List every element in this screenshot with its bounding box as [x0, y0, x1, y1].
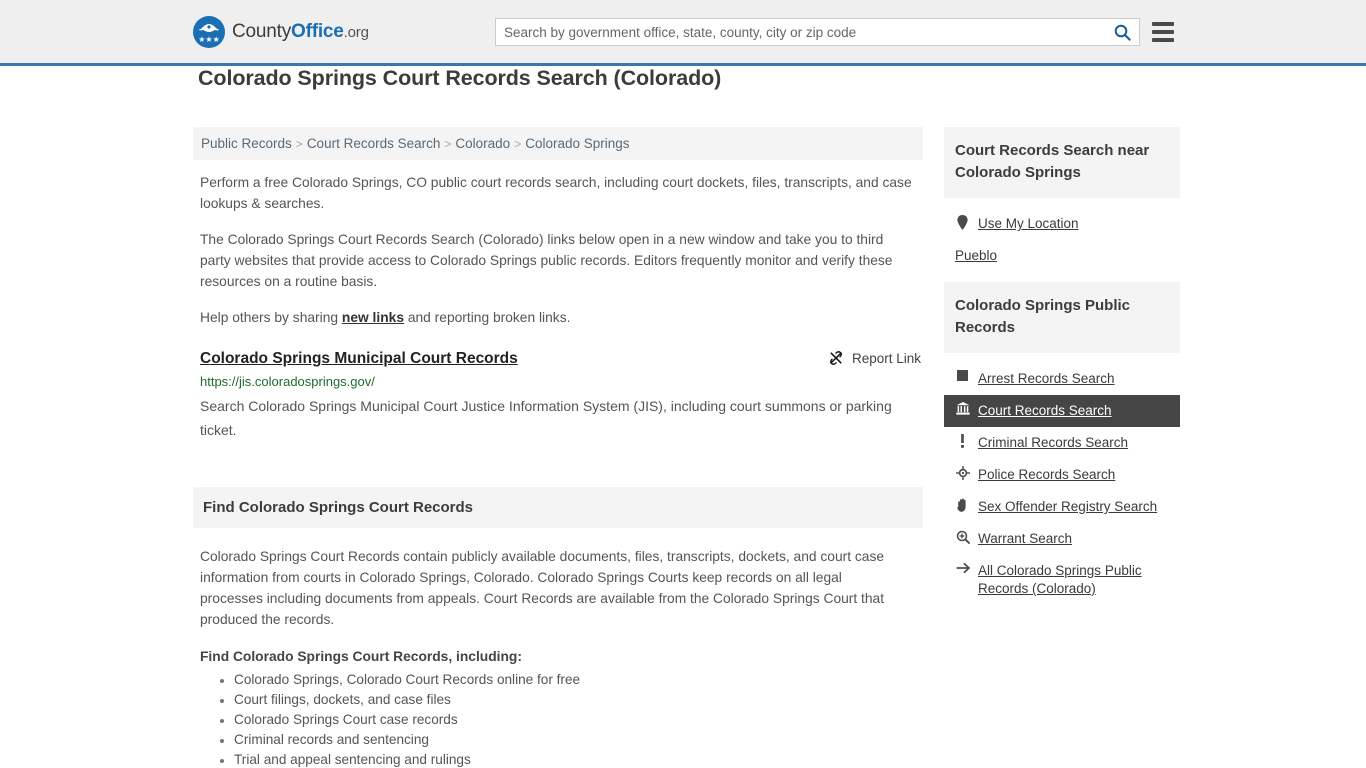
result-title-link[interactable]: Colorado Springs Municipal Court Records	[200, 350, 518, 368]
search-icon	[1114, 24, 1131, 41]
report-link-button[interactable]: Report Link	[828, 350, 921, 366]
use-my-location-label: Use My Location	[978, 216, 1079, 231]
police-badge-icon	[955, 466, 970, 480]
nearby-search-links: Use My Location Pueblo	[944, 198, 1180, 275]
site-header: ★★★ CountyOffice.org	[0, 0, 1366, 66]
breadcrumb-separator: >	[295, 137, 303, 151]
logo-stars: ★★★	[198, 34, 220, 44]
content-columns: Public Records > Court Records Search > Colo…	[193, 107, 1180, 768]
sidebar-item-label: Arrest Records Search	[978, 371, 1115, 386]
intro-paragraph-2: The Colorado Springs Court Records Searc…	[200, 232, 893, 289]
list-item: Colorado Springs Court case records	[234, 710, 923, 730]
list-item: Court filings, dockets, and case files	[234, 690, 923, 710]
logo-text-office: Office	[291, 20, 344, 42]
list-item: Trial and appeal sentencing and rulings	[234, 750, 923, 768]
use-my-location-link[interactable]: Use My Location	[944, 208, 1180, 240]
sidebar-item-all-public-records[interactable]: All Colorado Springs Public Records (Col…	[944, 555, 1180, 605]
find-records-list: Colorado Springs, Colorado Court Records…	[200, 670, 923, 768]
sidebar-item-arrest-records-search[interactable]: Arrest Records Search	[944, 363, 1180, 395]
sidebar-item-label: Criminal Records Search	[978, 435, 1129, 450]
sidebar-item-police-records-search[interactable]: Police Records Search	[944, 459, 1180, 491]
exclamation-icon	[955, 434, 970, 448]
logo-text-county: County	[232, 20, 292, 42]
intro-paragraph-1: Perform a free Colorado Springs, CO publ…	[200, 175, 912, 211]
list-item: Colorado Springs, Colorado Court Records…	[234, 670, 923, 690]
site-logo[interactable]: ★★★ CountyOffice.org	[193, 15, 369, 48]
sidebar-item-label: Court Records Search	[978, 403, 1112, 418]
list-item: Criminal records and sentencing	[234, 730, 923, 750]
result-header-row: Colorado Springs Municipal Court Records…	[200, 350, 923, 368]
magnifier-plus-icon	[955, 530, 970, 544]
hand-icon	[955, 498, 970, 512]
result-url[interactable]: https://jis.coloradosprings.gov/	[200, 374, 923, 389]
sidebar-item-label: Warrant Search	[978, 531, 1073, 546]
sidebar-item-court-records-search[interactable]: Court Records Search	[944, 395, 1180, 427]
nearby-search-box: Court Records Search near Colorado Sprin…	[944, 127, 1180, 275]
public-records-heading: Colorado Springs Public Records	[944, 282, 1180, 353]
eagle-seal-icon: ★★★	[193, 15, 225, 48]
result-item: Colorado Springs Municipal Court Records…	[200, 350, 923, 442]
search-button[interactable]	[1105, 19, 1139, 45]
page-container: Colorado Springs Court Records Search (C…	[0, 66, 1366, 768]
sidebar-item-criminal-records-search[interactable]: Criminal Records Search	[944, 427, 1180, 459]
public-records-box: Colorado Springs Public Records Arrest R…	[944, 282, 1180, 609]
sidebar-item-warrant-search[interactable]: Warrant Search	[944, 523, 1180, 555]
breadcrumb-item-colorado[interactable]: Colorado	[455, 136, 510, 151]
breadcrumb: Public Records > Court Records Search > Colo…	[193, 127, 923, 160]
sidebar-item-sex-offender-registry-search[interactable]: Sex Offender Registry Search	[944, 491, 1180, 523]
search-bar[interactable]	[495, 18, 1140, 46]
breadcrumb-item-court-records-search[interactable]: Court Records Search	[307, 136, 441, 151]
breadcrumb-item-colorado-springs[interactable]: Colorado Springs	[525, 136, 629, 151]
nearby-city-pueblo[interactable]: Pueblo	[944, 240, 1180, 271]
logo-wordmark: CountyOffice.org	[232, 21, 369, 43]
find-section-subheading: Find Colorado Springs Court Records, inc…	[200, 649, 522, 664]
sidebar: Court Records Search near Colorado Sprin…	[944, 127, 1180, 616]
hamburger-bar	[1152, 22, 1174, 26]
logo-text-org: .org	[343, 23, 369, 41]
arrow-right-icon	[955, 562, 970, 574]
sidebar-item-label: Police Records Search	[978, 467, 1116, 482]
hamburger-bar	[1152, 30, 1174, 34]
hamburger-bar	[1152, 38, 1174, 42]
breadcrumb-separator: >	[444, 137, 452, 151]
share-text-before: Help others by sharing	[200, 310, 342, 325]
broken-link-icon	[829, 351, 842, 365]
sidebar-item-label: All Colorado Springs Public Records (Col…	[978, 563, 1142, 596]
breadcrumb-separator: >	[514, 137, 522, 151]
handcuffs-square-icon	[955, 370, 970, 381]
search-input[interactable]	[496, 19, 1105, 45]
breadcrumb-item-public-records[interactable]: Public Records	[201, 136, 292, 151]
nearby-search-heading: Court Records Search near Colorado Sprin…	[944, 127, 1180, 198]
intro-paragraph-3: Help others by sharing new links and rep…	[200, 307, 912, 328]
report-link-label: Report Link	[851, 350, 921, 366]
sidebar-item-label: Sex Offender Registry Search	[978, 499, 1158, 514]
main-content: Public Records > Court Records Search > Colo…	[193, 127, 923, 768]
public-records-links: Arrest Records Search Court Records Sear…	[944, 353, 1180, 609]
result-description: Search Colorado Springs Municipal Court …	[200, 398, 892, 438]
courthouse-icon	[955, 402, 970, 415]
find-section-body: Colorado Springs Court Records contain p…	[200, 549, 885, 627]
share-text-after: and reporting broken links.	[404, 310, 571, 325]
find-section-heading: Find Colorado Springs Court Records	[193, 487, 923, 528]
new-links-link[interactable]: new links	[342, 310, 404, 325]
hamburger-menu-icon[interactable]	[1152, 20, 1174, 44]
page-title: Colorado Springs Court Records Search (C…	[198, 66, 722, 90]
map-pin-icon	[955, 215, 970, 230]
